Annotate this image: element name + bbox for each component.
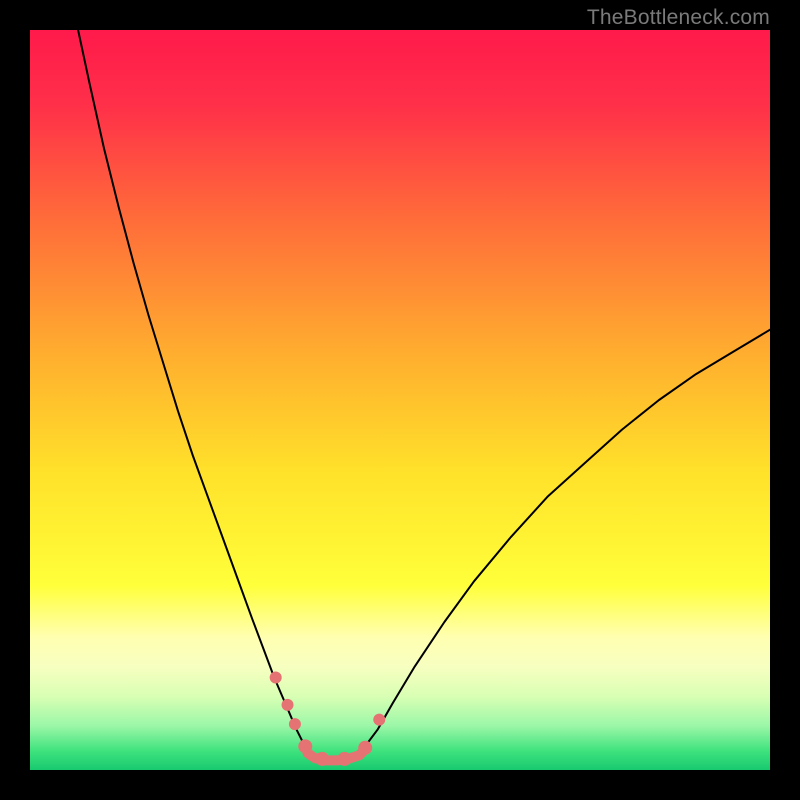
marker-5 <box>338 752 352 766</box>
marker-0 <box>270 672 282 684</box>
series-right-branch <box>367 330 770 744</box>
marker-6 <box>358 741 372 755</box>
marker-2 <box>289 718 301 730</box>
plot-area <box>30 30 770 770</box>
curve-layer <box>30 30 770 770</box>
watermark-text: TheBottleneck.com <box>587 6 770 30</box>
marker-7 <box>373 714 385 726</box>
marker-3 <box>298 739 312 753</box>
marker-4 <box>315 752 329 766</box>
marker-1 <box>282 699 294 711</box>
series-left-branch <box>78 30 304 744</box>
chart-frame: TheBottleneck.com <box>0 0 800 800</box>
